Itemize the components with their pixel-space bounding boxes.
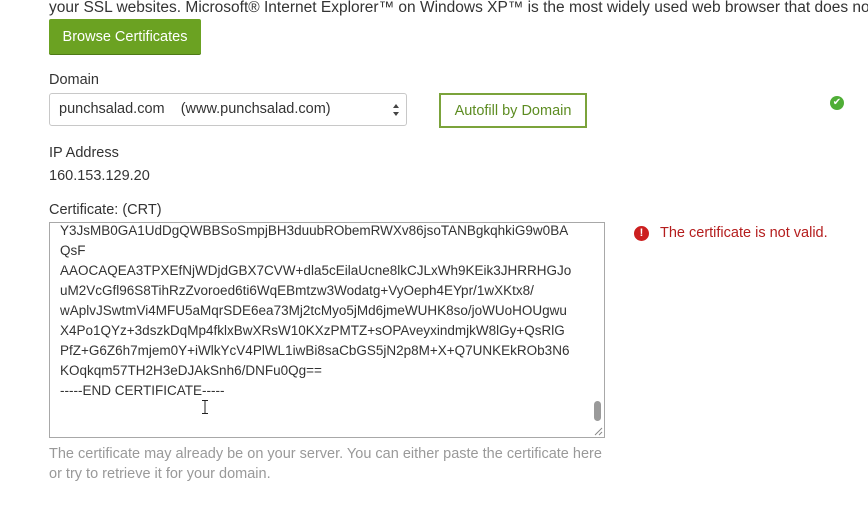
certificate-help-text: The certificate may already be on your s… <box>49 446 602 482</box>
exclamation-circle-icon: ! <box>634 226 649 241</box>
resize-handle-icon[interactable] <box>594 427 603 436</box>
certificate-label: Certificate: (CRT) <box>49 202 162 218</box>
autofill-by-domain-button[interactable]: Autofill by Domain <box>439 93 587 128</box>
checkmark-circle-icon: ✔ <box>830 96 844 110</box>
text-cursor-icon <box>202 400 208 414</box>
ip-address-value: 160.153.129.20 <box>49 168 150 184</box>
domain-label: Domain <box>49 72 99 88</box>
domain-select-value: punchsalad.com (www.punchsalad.com) <box>59 101 331 117</box>
certificate-error-message: The certificate is not valid. <box>660 225 828 241</box>
domain-select[interactable]: punchsalad.com (www.punchsalad.com) <box>49 93 407 126</box>
select-arrows-icon <box>393 104 399 116</box>
ip-address-label: IP Address <box>49 145 119 161</box>
textarea-scrollbar-thumb[interactable] <box>594 401 601 421</box>
certificate-textarea[interactable]: Y3JsMB0GA1UdDgQWBBSoSmpjBH3duubRObemRWXv… <box>49 222 605 438</box>
browse-certificates-button[interactable]: Browse Certificates <box>49 19 201 54</box>
ssl-intro-text: your SSL websites. Microsoft® Internet E… <box>49 0 868 16</box>
certificate-content: Y3JsMB0GA1UdDgQWBBSoSmpjBH3duubRObemRWXv… <box>60 223 572 398</box>
